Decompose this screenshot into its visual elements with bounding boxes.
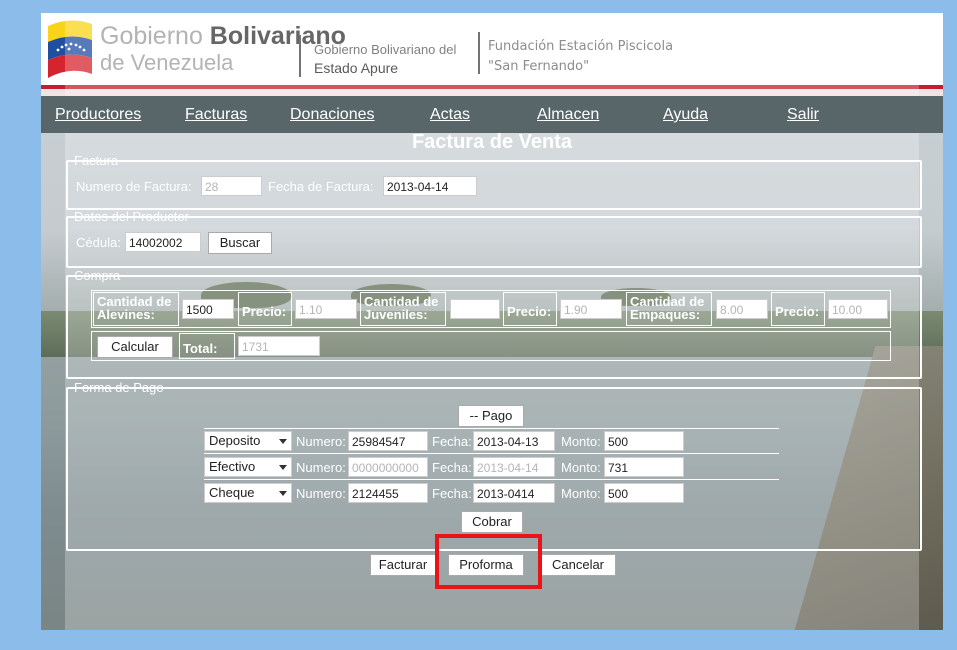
precio2-label: Precio: [507, 304, 552, 319]
precio3-field[interactable]: 10.00 [828, 299, 888, 319]
fecha-pago-field[interactable]: 2013-04-13 [473, 431, 555, 451]
monto-pago-label: Monto: [561, 486, 601, 501]
numero-pago-label: Numero: [296, 434, 346, 449]
tipo-pago-select[interactable]: Deposito [204, 431, 292, 451]
numero-pago-field[interactable]: 0000000000 [348, 457, 428, 477]
monto-pago-field[interactable]: 731 [604, 457, 684, 477]
numero-pago-label: Numero: [296, 486, 346, 501]
empaques-label-2: Empaques: [630, 307, 701, 322]
total-label: Total: [183, 341, 218, 356]
tipo-pago-value: Cheque [209, 485, 255, 500]
legend-factura: Factura [74, 153, 119, 168]
monto-pago-field[interactable]: 500 [604, 431, 684, 451]
numero-factura-field[interactable]: 28 [201, 176, 262, 196]
nav-ayuda[interactable]: Ayuda [663, 106, 708, 124]
legend-compra: Compra [74, 268, 121, 283]
facturar-button[interactable]: Facturar [370, 554, 436, 576]
nav-facturas[interactable]: Facturas [185, 106, 247, 124]
legend-forma-pago: Forma de Pago [74, 380, 164, 395]
fecha-factura-field[interactable]: 2013-04-14 [383, 176, 477, 196]
pago-table-line [204, 453, 779, 454]
monto-pago-label: Monto: [561, 434, 601, 449]
pago-table-line [204, 479, 779, 480]
fecha-factura-label: Fecha de Factura: [268, 179, 374, 194]
fecha-pago-label: Fecha: [432, 434, 472, 449]
app-window: Gobierno Bolivariano de Venezuela Gobier… [41, 13, 943, 630]
cedula-label: Cédula: [76, 235, 121, 250]
fecha-pago-field[interactable]: 2013-04-14 [473, 457, 555, 477]
cobrar-button[interactable]: Cobrar [461, 511, 523, 533]
precio1-label: Precio: [242, 304, 287, 319]
nav-almacen[interactable]: Almacen [537, 106, 599, 124]
juveniles-label: Cantidad de Juveniles: [364, 295, 438, 321]
cancelar-button[interactable]: Cancelar [540, 554, 616, 576]
tipo-pago-value: Efectivo [209, 459, 256, 474]
fecha-pago-label: Fecha: [432, 460, 472, 475]
precio3-label: Precio: [775, 304, 820, 319]
alevines-label: Cantidad de Alevines: [97, 295, 171, 321]
add-pago-button[interactable]: -- Pago [458, 405, 524, 427]
buscar-button[interactable]: Buscar [208, 232, 272, 254]
numero-pago-field[interactable]: 25984547 [348, 431, 428, 451]
fieldset-factura: Factura [66, 153, 922, 210]
precio1-field[interactable]: 1.10 [295, 299, 357, 319]
fecha-pago-label: Fecha: [432, 486, 472, 501]
alevines-label-2: Alevines: [97, 307, 155, 322]
tipo-pago-value: Deposito [209, 433, 261, 448]
nav-productores[interactable]: Productores [55, 106, 141, 124]
page-title: Factura de Venta [411, 131, 573, 153]
empaques-field[interactable]: 8.00 [716, 299, 768, 319]
chevron-down-icon [279, 439, 287, 444]
highlight-box [435, 534, 542, 589]
pago-table-line [204, 428, 779, 429]
juveniles-field[interactable] [450, 299, 500, 319]
legend-productor: Datos del Productor [74, 209, 189, 224]
cedula-field[interactable]: 14002002 [125, 232, 201, 252]
numero-pago-label: Numero: [296, 460, 346, 475]
fecha-pago-field[interactable]: 2013-0414 [473, 483, 555, 503]
main-nav: Productores Facturas Donaciones Actas Al… [41, 96, 943, 133]
total-field[interactable]: 1731 [238, 336, 320, 356]
tipo-pago-select[interactable]: Efectivo [204, 457, 292, 477]
precio2-field[interactable]: 1.90 [560, 299, 622, 319]
nav-donaciones[interactable]: Donaciones [290, 106, 375, 124]
numero-pago-field[interactable]: 2124455 [348, 483, 428, 503]
chevron-down-icon [279, 491, 287, 496]
numero-factura-label: Numero de Factura: [76, 179, 192, 194]
chevron-down-icon [279, 465, 287, 470]
calcular-button[interactable]: Calcular [97, 336, 173, 358]
nav-salir[interactable]: Salir [787, 106, 819, 124]
empaques-label: Cantidad de Empaques: [630, 295, 704, 321]
monto-pago-field[interactable]: 500 [604, 483, 684, 503]
tipo-pago-select[interactable]: Cheque [204, 483, 292, 503]
monto-pago-label: Monto: [561, 460, 601, 475]
alevines-field[interactable]: 1500 [182, 299, 234, 319]
juveniles-label-2: Juveniles: [364, 307, 428, 322]
nav-actas[interactable]: Actas [430, 106, 470, 124]
